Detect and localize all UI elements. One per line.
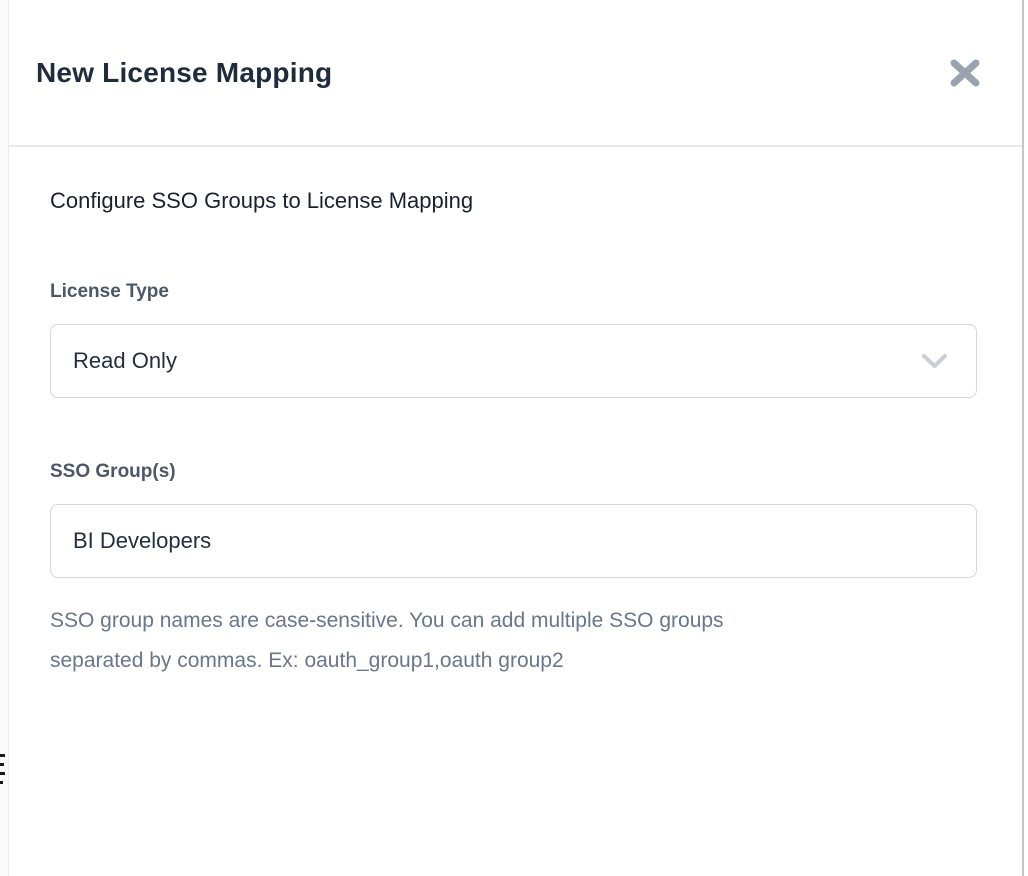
modal-body: Configure SSO Groups to License Mapping … [9, 147, 1022, 681]
right-edge-border [1022, 0, 1024, 876]
new-license-mapping-modal: New License Mapping Configure SSO Groups… [9, 0, 1022, 876]
chevron-down-icon [921, 353, 948, 370]
sso-groups-help-text: SSO group names are case-sensitive. You … [50, 601, 977, 681]
close-button[interactable] [948, 56, 982, 90]
modal-subtitle: Configure SSO Groups to License Mapping [50, 188, 977, 214]
license-type-selected-value: Read Only [73, 348, 177, 374]
license-type-select[interactable]: Read Only [50, 324, 977, 398]
close-icon [950, 57, 980, 89]
background-page-edge [0, 0, 9, 876]
modal-header: New License Mapping [9, 0, 1022, 147]
sso-groups-input[interactable] [50, 504, 977, 578]
license-type-label: License Type [50, 280, 977, 304]
modal-title: New License Mapping [36, 57, 332, 89]
screen: New License Mapping Configure SSO Groups… [0, 0, 1028, 876]
hamburger-icon [0, 754, 5, 790]
sso-groups-label: SSO Group(s) [50, 460, 977, 484]
